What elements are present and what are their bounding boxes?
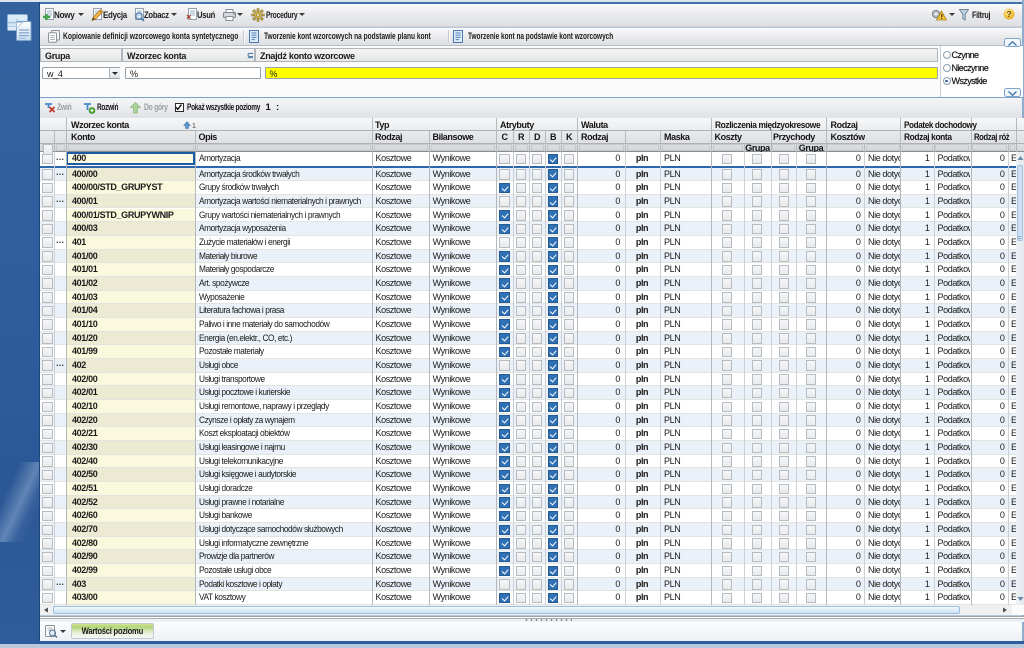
svg-text:?: ? (1006, 9, 1011, 19)
